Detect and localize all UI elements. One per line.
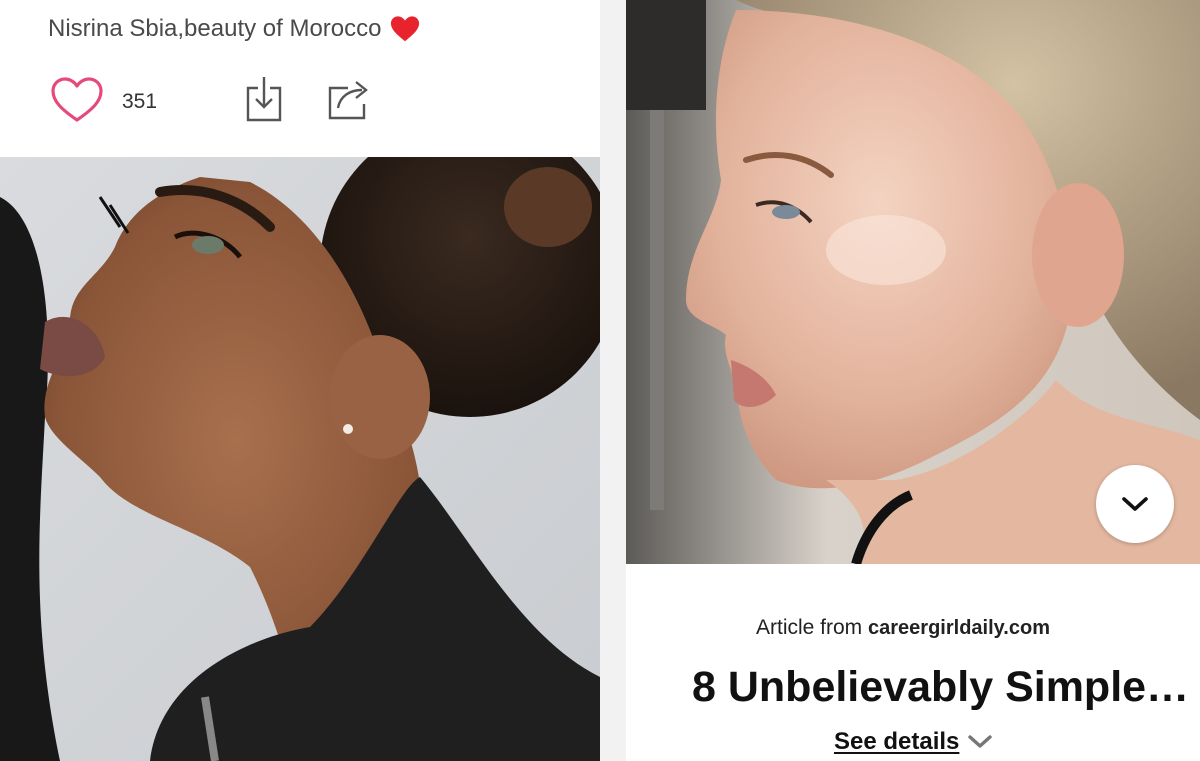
- expand-button[interactable]: [1096, 465, 1174, 543]
- share-icon[interactable]: [326, 76, 372, 122]
- article-source-link[interactable]: careergirldaily.com: [868, 617, 1050, 639]
- like-count: 351: [122, 90, 158, 113]
- left-pin-card: Nisrina Sbia,beauty of Morocco 351: [0, 0, 600, 761]
- see-details-label: See details: [834, 728, 960, 755]
- see-details-button[interactable]: See details: [834, 728, 993, 756]
- chevron-down-icon: [968, 735, 993, 748]
- red-heart-icon: [390, 16, 419, 42]
- article-title[interactable]: 8 Unbelievably Simple…: [692, 663, 1192, 712]
- pin-title-text: Nisrina Sbia,beauty of Morocco: [48, 15, 382, 42]
- pin-title: Nisrina Sbia,beauty of Morocco: [48, 14, 420, 44]
- pin-actions: 351: [50, 72, 590, 132]
- article-prefix: Article from: [756, 616, 863, 639]
- article-source-line: Article from careergirldaily.com: [756, 616, 1050, 640]
- right-pin-card: Article from careergirldaily.com 8 Unbel…: [626, 0, 1200, 761]
- download-icon[interactable]: [244, 74, 284, 124]
- chevron-down-icon: [1122, 497, 1148, 511]
- heart-outline-icon[interactable]: [50, 76, 104, 124]
- woman-profile-looking-up-photo[interactable]: [0, 157, 600, 761]
- divider: [600, 0, 626, 761]
